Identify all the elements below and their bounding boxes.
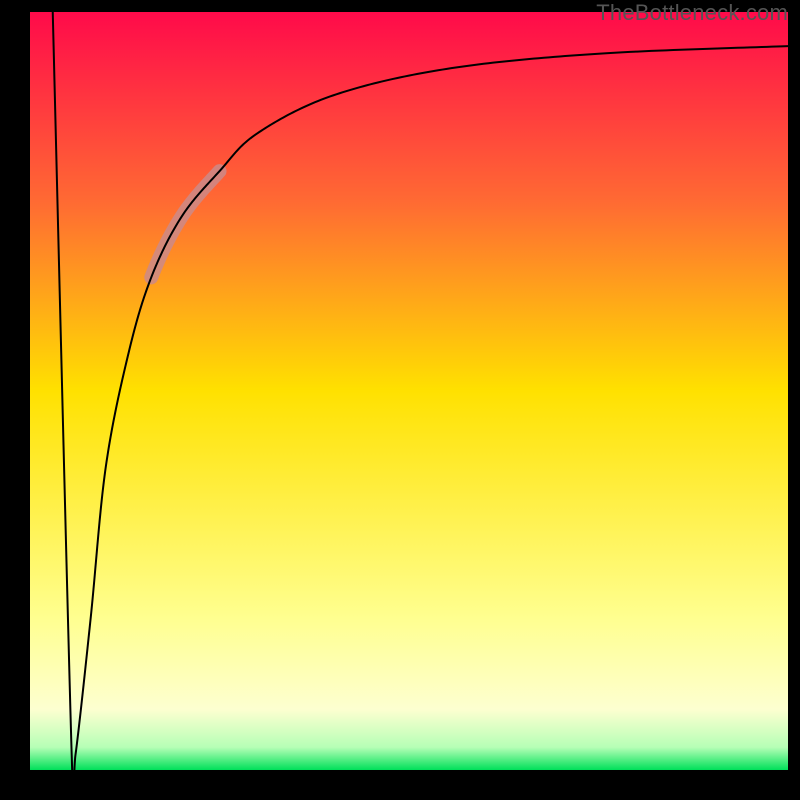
heat-gradient-background — [30, 12, 788, 770]
chart-frame: TheBottleneck.com — [0, 0, 800, 800]
watermark-text: TheBottleneck.com — [596, 0, 788, 26]
bottleneck-chart — [30, 12, 788, 770]
plot-area — [30, 12, 788, 770]
